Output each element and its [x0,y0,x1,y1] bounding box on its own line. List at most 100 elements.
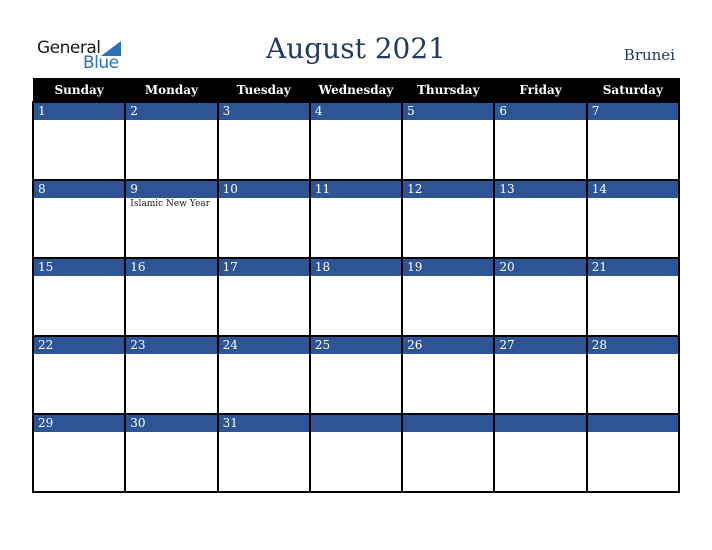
day-number: 24 [218,335,309,354]
day-number: 12 [403,179,494,198]
weekday-header-friday: Friday [493,78,588,101]
day-number: 16 [126,257,217,276]
day-event [218,198,309,257]
day-cell[interactable]: 29 [31,413,127,493]
day-cell[interactable]: 28 [585,335,681,413]
day-event [403,432,494,491]
weekday-header-tuesday: Tuesday [217,78,311,101]
week-row: 15 16 17 18 19 20 21 [31,257,681,335]
day-number: 11 [310,179,402,198]
day-cell[interactable]: 12 [401,179,496,257]
day-event [310,354,402,413]
day-number: 14 [587,179,678,198]
day-event [126,432,217,491]
day-cell[interactable]: 27 [493,335,588,413]
day-event [495,354,586,413]
weekday-header-monday: Monday [124,78,219,101]
day-cell[interactable]: 8 [31,179,127,257]
day-cell[interactable]: 4 [308,101,404,179]
day-event [403,198,494,257]
day-event [403,120,494,179]
day-cell[interactable]: 3 [216,101,311,179]
calendar-grid: Sunday Monday Tuesday Wednesday Thursday Frid… [31,78,681,493]
day-number: 23 [126,335,217,354]
weekday-header-wednesday: Wednesday [309,78,403,101]
day-cell[interactable]: 9 Islamic New Year [124,179,219,257]
day-event [126,120,217,179]
day-number: 4 [310,101,402,120]
day-number: 20 [495,257,586,276]
day-cell[interactable]: 16 [124,257,219,335]
week-row: 8 9 Islamic New Year 10 11 12 13 14 [31,179,681,257]
day-cell[interactable]: 14 [585,179,681,257]
week-row: 22 23 24 25 26 27 28 [31,335,681,413]
day-number [403,413,494,432]
day-number: 28 [587,335,678,354]
day-cell[interactable]: 19 [401,257,496,335]
day-event [403,276,494,335]
day-number: 26 [403,335,494,354]
day-event [126,354,217,413]
day-number: 13 [495,179,586,198]
day-cell[interactable] [493,413,588,493]
day-number: 22 [34,335,125,354]
day-event [218,354,309,413]
day-number: 25 [310,335,402,354]
day-event [587,432,678,491]
day-cell[interactable] [308,413,404,493]
day-number: 3 [218,101,309,120]
day-number: 18 [310,257,402,276]
weekday-header-saturday: Saturday [586,78,680,101]
day-event [34,354,125,413]
country-label: Brunei [623,46,675,64]
day-cell[interactable]: 30 [124,413,219,493]
day-event [587,198,678,257]
day-event [34,432,125,491]
day-event [403,354,494,413]
day-cell[interactable]: 24 [216,335,311,413]
day-cell[interactable]: 13 [493,179,588,257]
day-cell[interactable]: 17 [216,257,311,335]
day-cell[interactable]: 2 [124,101,219,179]
day-event [495,432,586,491]
day-cell[interactable]: 21 [585,257,681,335]
day-cell[interactable]: 10 [216,179,311,257]
day-event [310,276,402,335]
day-cell[interactable]: 18 [308,257,404,335]
day-event [310,198,402,257]
day-cell[interactable]: 26 [401,335,496,413]
day-number [495,413,586,432]
day-event [34,198,125,257]
day-number: 31 [218,413,309,432]
week-row: 29 30 31 [31,413,681,493]
day-event [495,120,586,179]
day-event [34,120,125,179]
day-cell[interactable]: 7 [585,101,681,179]
day-number: 2 [126,101,217,120]
day-cell[interactable]: 22 [31,335,127,413]
day-number: 19 [403,257,494,276]
day-cell[interactable] [585,413,681,493]
weekday-header-row: Sunday Monday Tuesday Wednesday Thursday Frid… [32,78,680,101]
day-cell[interactable]: 5 [401,101,496,179]
day-event: Islamic New Year [126,198,217,257]
day-cell[interactable]: 25 [308,335,404,413]
day-event [218,120,309,179]
day-cell[interactable]: 6 [493,101,588,179]
day-event [495,198,586,257]
day-event [495,276,586,335]
day-cell[interactable]: 15 [31,257,127,335]
day-number: 9 [126,179,217,198]
day-number: 30 [126,413,217,432]
day-cell[interactable]: 31 [216,413,311,493]
day-event [218,276,309,335]
day-cell[interactable] [401,413,496,493]
weekday-header-sunday: Sunday [32,78,126,101]
day-cell[interactable]: 11 [308,179,404,257]
day-number: 8 [34,179,125,198]
day-cell[interactable]: 23 [124,335,219,413]
day-number: 21 [587,257,678,276]
day-cell[interactable]: 1 [31,101,127,179]
day-cell[interactable]: 20 [493,257,588,335]
week-row: 1234567 [31,101,681,179]
